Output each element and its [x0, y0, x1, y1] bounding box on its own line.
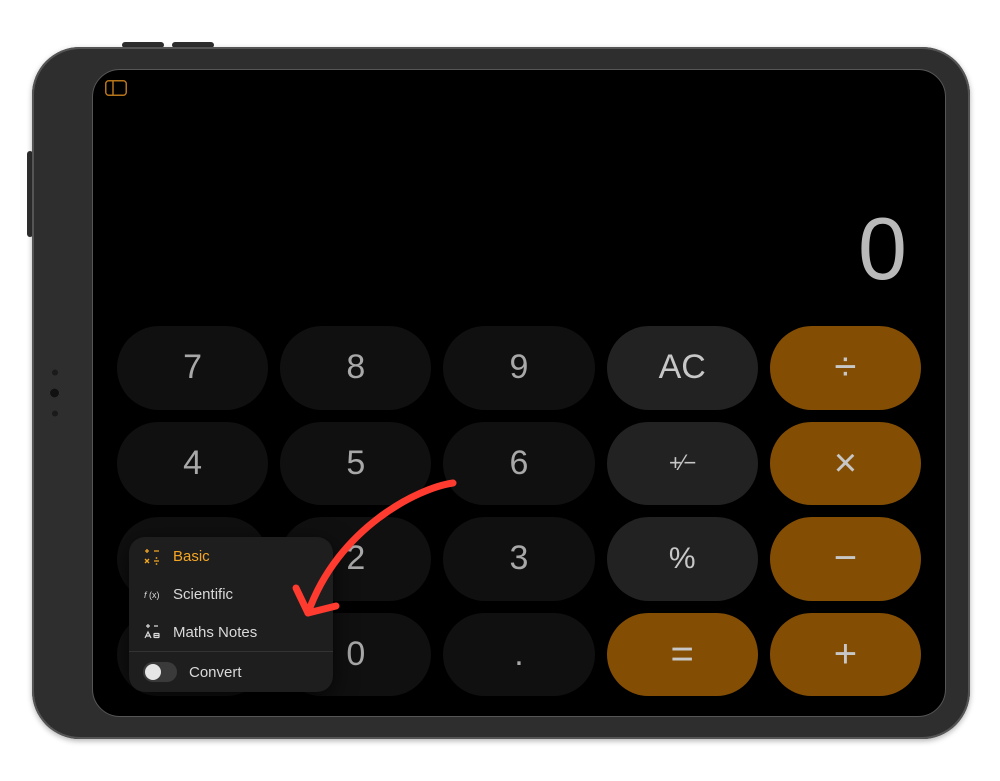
key-divide[interactable]: ÷ [770, 326, 921, 410]
key-7[interactable]: 7 [117, 326, 268, 410]
key-5[interactable]: 5 [280, 422, 431, 506]
scientific-mode-icon: f (x) [143, 585, 161, 603]
sidebar-toggle-icon[interactable] [105, 80, 127, 96]
key-4[interactable]: 4 [117, 422, 268, 506]
calculator-display: 0 [858, 198, 909, 300]
mode-item-scientific[interactable]: f (x) Scientific [129, 575, 333, 613]
key-percent[interactable]: % [607, 517, 758, 601]
ipad-bezel: 0 7 8 9 AC ÷ 4 5 6 +⁄− × 1 2 3 % − [32, 47, 970, 739]
mode-popover: Basic f (x) Scientific [129, 537, 333, 692]
key-3[interactable]: 3 [443, 517, 594, 601]
key-6[interactable]: 6 [443, 422, 594, 506]
camera-cluster [49, 370, 60, 417]
mode-item-label: Maths Notes [173, 624, 257, 641]
key-9[interactable]: 9 [443, 326, 594, 410]
convert-label: Convert [189, 664, 242, 681]
mode-item-maths-notes[interactable]: Maths Notes [129, 613, 333, 651]
mode-item-basic[interactable]: Basic [129, 537, 333, 575]
mode-item-label: Scientific [173, 586, 233, 603]
maths-notes-mode-icon [143, 623, 161, 641]
key-equals[interactable]: = [607, 613, 758, 697]
convert-toggle[interactable] [143, 662, 177, 682]
key-toggle-sign[interactable]: +⁄− [607, 422, 758, 506]
key-minus[interactable]: − [770, 517, 921, 601]
convert-row[interactable]: Convert [129, 652, 333, 692]
key-ac[interactable]: AC [607, 326, 758, 410]
svg-text:f: f [144, 590, 148, 600]
mode-item-label: Basic [173, 548, 210, 565]
key-plus[interactable]: + [770, 613, 921, 697]
screen: 0 7 8 9 AC ÷ 4 5 6 +⁄− × 1 2 3 % − [92, 69, 946, 717]
key-8[interactable]: 8 [280, 326, 431, 410]
basic-mode-icon [143, 547, 161, 565]
key-multiply[interactable]: × [770, 422, 921, 506]
key-decimal[interactable]: . [443, 613, 594, 697]
svg-text:(x): (x) [149, 590, 160, 600]
